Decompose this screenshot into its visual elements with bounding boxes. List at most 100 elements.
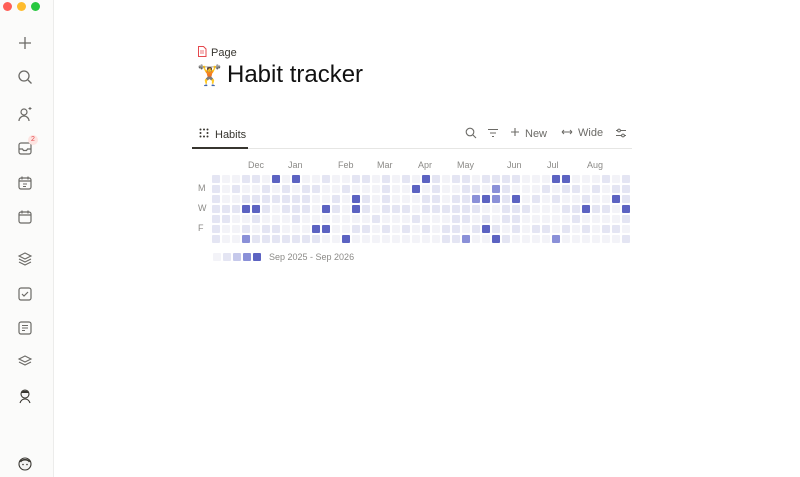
people-sparkle-icon[interactable] bbox=[14, 103, 36, 125]
heatmap-cell[interactable] bbox=[542, 195, 550, 203]
heatmap-cell[interactable] bbox=[332, 185, 340, 193]
heatmap-cell[interactable] bbox=[422, 205, 430, 213]
heatmap-cell[interactable] bbox=[612, 215, 620, 223]
heatmap-cell[interactable] bbox=[602, 215, 610, 223]
heatmap-cell[interactable] bbox=[462, 215, 470, 223]
heatmap-cell[interactable] bbox=[302, 225, 310, 233]
heatmap-cell[interactable] bbox=[402, 235, 410, 243]
heatmap-cell[interactable] bbox=[232, 215, 240, 223]
heatmap-cell[interactable] bbox=[292, 215, 300, 223]
heatmap-cell[interactable] bbox=[272, 215, 280, 223]
heatmap-cell[interactable] bbox=[532, 205, 540, 213]
heatmap-cell[interactable] bbox=[492, 205, 500, 213]
heatmap-cell[interactable] bbox=[442, 175, 450, 183]
heatmap-cell[interactable] bbox=[272, 175, 280, 183]
heatmap-cell[interactable] bbox=[582, 205, 590, 213]
heatmap-cell[interactable] bbox=[512, 175, 520, 183]
heatmap-cell[interactable] bbox=[452, 195, 460, 203]
heatmap-cell[interactable] bbox=[272, 185, 280, 193]
heatmap-cell[interactable] bbox=[442, 225, 450, 233]
heatmap-cell[interactable] bbox=[462, 185, 470, 193]
heatmap-cell[interactable] bbox=[242, 235, 250, 243]
heatmap-cell[interactable] bbox=[402, 225, 410, 233]
heatmap-cell[interactable] bbox=[302, 235, 310, 243]
heatmap-cell[interactable] bbox=[522, 205, 530, 213]
heatmap-cell[interactable] bbox=[212, 185, 220, 193]
heatmap-cell[interactable] bbox=[342, 225, 350, 233]
heatmap-cell[interactable] bbox=[492, 215, 500, 223]
heatmap-cell[interactable] bbox=[232, 195, 240, 203]
heatmap-cell[interactable] bbox=[422, 195, 430, 203]
heatmap-cell[interactable] bbox=[292, 205, 300, 213]
heatmap-cell[interactable] bbox=[432, 175, 440, 183]
heatmap-cell[interactable] bbox=[472, 215, 480, 223]
heatmap-cell[interactable] bbox=[612, 185, 620, 193]
heatmap-cell[interactable] bbox=[432, 195, 440, 203]
heatmap-cell[interactable] bbox=[252, 235, 260, 243]
heatmap-cell[interactable] bbox=[342, 205, 350, 213]
heatmap-cell[interactable] bbox=[352, 185, 360, 193]
heatmap-cell[interactable] bbox=[592, 195, 600, 203]
heatmap-cell[interactable] bbox=[402, 215, 410, 223]
heatmap-cell[interactable] bbox=[402, 195, 410, 203]
heatmap-cell[interactable] bbox=[442, 185, 450, 193]
heatmap-cell[interactable] bbox=[262, 205, 270, 213]
heatmap-cell[interactable] bbox=[562, 215, 570, 223]
heatmap-cell[interactable] bbox=[382, 235, 390, 243]
heatmap-cell[interactable] bbox=[302, 215, 310, 223]
heatmap-cell[interactable] bbox=[612, 195, 620, 203]
heatmap-cell[interactable] bbox=[592, 205, 600, 213]
heatmap-cell[interactable] bbox=[352, 205, 360, 213]
heatmap-cell[interactable] bbox=[282, 225, 290, 233]
heatmap-cell[interactable] bbox=[462, 225, 470, 233]
heatmap-cell[interactable] bbox=[612, 175, 620, 183]
search-icon[interactable] bbox=[14, 66, 36, 88]
heatmap-cell[interactable] bbox=[282, 215, 290, 223]
heatmap-cell[interactable] bbox=[322, 215, 330, 223]
heatmap-cell[interactable] bbox=[532, 215, 540, 223]
heatmap-cell[interactable] bbox=[482, 205, 490, 213]
heatmap-cell[interactable] bbox=[452, 205, 460, 213]
heatmap-cell[interactable] bbox=[412, 195, 420, 203]
heatmap-cell[interactable] bbox=[502, 205, 510, 213]
user-avatar-icon[interactable] bbox=[14, 453, 36, 475]
heatmap-cell[interactable] bbox=[512, 215, 520, 223]
layers-outline-icon[interactable] bbox=[14, 351, 36, 373]
heatmap-cell[interactable] bbox=[412, 225, 420, 233]
heatmap-cell[interactable] bbox=[292, 195, 300, 203]
heatmap-cell[interactable] bbox=[252, 185, 260, 193]
heatmap-cell[interactable] bbox=[452, 175, 460, 183]
heatmap-cell[interactable] bbox=[212, 215, 220, 223]
heatmap-cell[interactable] bbox=[562, 175, 570, 183]
heatmap-cell[interactable] bbox=[272, 195, 280, 203]
heatmap-cell[interactable] bbox=[352, 215, 360, 223]
heatmap-cell[interactable] bbox=[332, 215, 340, 223]
heatmap-cell[interactable] bbox=[252, 195, 260, 203]
heatmap-cell[interactable] bbox=[512, 185, 520, 193]
heatmap-cell[interactable] bbox=[312, 225, 320, 233]
heatmap-cell[interactable] bbox=[622, 175, 630, 183]
heatmap-cell[interactable] bbox=[222, 175, 230, 183]
heatmap-cell[interactable] bbox=[522, 235, 530, 243]
heatmap-cell[interactable] bbox=[622, 205, 630, 213]
heatmap-cell[interactable] bbox=[472, 195, 480, 203]
heatmap-cell[interactable] bbox=[552, 175, 560, 183]
heatmap-cell[interactable] bbox=[352, 195, 360, 203]
heatmap-cell[interactable] bbox=[432, 235, 440, 243]
heatmap-cell[interactable] bbox=[472, 205, 480, 213]
heatmap-cell[interactable] bbox=[332, 195, 340, 203]
heatmap-cell[interactable] bbox=[582, 225, 590, 233]
heatmap-cell[interactable] bbox=[282, 195, 290, 203]
calendar-date-icon[interactable] bbox=[14, 172, 36, 194]
heatmap-cell[interactable] bbox=[262, 195, 270, 203]
heatmap-cell[interactable] bbox=[472, 235, 480, 243]
heatmap-cell[interactable] bbox=[542, 205, 550, 213]
heatmap-cell[interactable] bbox=[462, 175, 470, 183]
heatmap-cell[interactable] bbox=[522, 195, 530, 203]
heatmap-cell[interactable] bbox=[572, 205, 580, 213]
heatmap-cell[interactable] bbox=[432, 225, 440, 233]
heatmap-cell[interactable] bbox=[552, 195, 560, 203]
heatmap-cell[interactable] bbox=[242, 175, 250, 183]
heatmap-cell[interactable] bbox=[392, 215, 400, 223]
heatmap-cell[interactable] bbox=[422, 225, 430, 233]
